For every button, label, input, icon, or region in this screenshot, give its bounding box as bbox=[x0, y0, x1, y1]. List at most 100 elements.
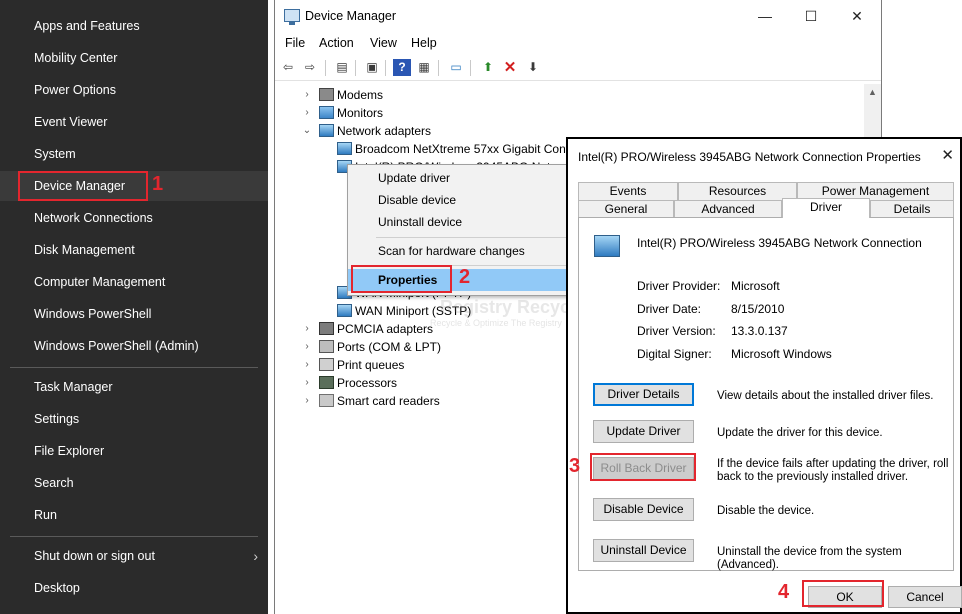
update-driver-button[interactable]: Update Driver bbox=[593, 420, 694, 443]
menu-item-power-options[interactable]: Power Options bbox=[0, 75, 268, 105]
menu-item-network-connections[interactable]: Network Connections bbox=[0, 203, 268, 233]
menu-item-windows-powershell-admin[interactable]: Windows PowerShell (Admin) bbox=[0, 331, 268, 361]
tab-events[interactable]: Events bbox=[578, 182, 678, 200]
roll-back-driver-description: If the device fails after updating the d… bbox=[717, 458, 949, 483]
update-driver-icon[interactable]: ⬆ bbox=[479, 59, 497, 76]
tab-general[interactable]: General bbox=[578, 200, 674, 218]
menu-item-event-viewer[interactable]: Event Viewer bbox=[0, 107, 268, 137]
menu-item-label: Search bbox=[34, 476, 74, 490]
menu-action[interactable]: Action bbox=[319, 36, 354, 50]
menu-separator bbox=[10, 367, 258, 368]
menu-item-settings[interactable]: Settings bbox=[0, 404, 268, 434]
uninstall-device-button[interactable]: Uninstall Device bbox=[593, 539, 694, 562]
toolbar-separator bbox=[385, 60, 386, 76]
console-tree-icon[interactable]: ▣ bbox=[363, 59, 381, 76]
tree-node-label: Processors bbox=[337, 376, 398, 390]
menu-bar: File Action View Help bbox=[275, 32, 881, 54]
menu-item-mobility-center[interactable]: Mobility Center bbox=[0, 43, 268, 73]
expand-chevron-icon[interactable]: › bbox=[301, 320, 313, 338]
menu-item-label: Mobility Center bbox=[34, 51, 118, 65]
field-label: Driver Provider: bbox=[637, 279, 721, 293]
monitor-icon bbox=[319, 106, 334, 119]
context-disable-device[interactable]: Disable device bbox=[348, 189, 568, 211]
expand-chevron-icon[interactable]: › bbox=[301, 374, 313, 392]
menu-item-windows-powershell[interactable]: Windows PowerShell bbox=[0, 299, 268, 329]
tab-resources[interactable]: Resources bbox=[678, 182, 797, 200]
network-adapter-icon bbox=[319, 124, 334, 137]
tree-node-label: PCMCIA adapters bbox=[337, 322, 434, 336]
maximize-button[interactable]: ☐ bbox=[791, 6, 831, 26]
context-separator bbox=[376, 237, 566, 238]
menu-item-shut-down[interactable]: Shut down or sign out › bbox=[0, 541, 268, 571]
driver-provider-value: Microsoft bbox=[731, 279, 780, 293]
network-adapter-icon bbox=[337, 142, 352, 155]
help-icon[interactable]: ? bbox=[393, 59, 411, 76]
tab-driver[interactable]: Driver bbox=[782, 198, 870, 218]
expand-chevron-icon[interactable]: › bbox=[301, 338, 313, 356]
modem-icon bbox=[319, 88, 334, 101]
network-adapter-icon bbox=[337, 304, 352, 317]
expand-chevron-icon[interactable]: › bbox=[301, 86, 313, 104]
disable-device-button[interactable]: Disable Device bbox=[593, 498, 694, 521]
driver-details-button[interactable]: Driver Details bbox=[593, 383, 694, 406]
device-manager-app-icon bbox=[284, 9, 300, 25]
context-uninstall-device[interactable]: Uninstall device bbox=[348, 211, 568, 233]
menu-item-label: Event Viewer bbox=[34, 115, 108, 129]
title-bar[interactable]: Device Manager — ☐ ✕ bbox=[275, 0, 881, 32]
expand-chevron-icon[interactable]: › bbox=[301, 104, 313, 122]
properties-grid-icon[interactable]: ▤ bbox=[333, 59, 351, 76]
expand-chevron-icon[interactable]: › bbox=[301, 392, 313, 410]
menu-item-run[interactable]: Run bbox=[0, 500, 268, 530]
menu-item-task-manager[interactable]: Task Manager bbox=[0, 372, 268, 402]
cancel-button[interactable]: Cancel bbox=[888, 586, 962, 608]
menu-item-label: Power Options bbox=[34, 83, 116, 97]
annotation-number-1: 1 bbox=[152, 173, 164, 195]
tab-advanced[interactable]: Advanced bbox=[674, 200, 782, 218]
menu-item-label: Task Manager bbox=[34, 380, 113, 394]
menu-item-label: System bbox=[34, 147, 76, 161]
toolbar-separator bbox=[470, 60, 471, 76]
menu-item-apps-features[interactable]: Apps and Features bbox=[0, 11, 268, 41]
context-scan-hardware[interactable]: Scan for hardware changes bbox=[348, 240, 568, 262]
collapse-chevron-icon[interactable]: ⌄ bbox=[301, 122, 313, 140]
back-arrow-icon[interactable]: ⇦ bbox=[279, 59, 297, 76]
update-driver-description: Update the driver for this device. bbox=[717, 427, 883, 439]
menu-item-label: Desktop bbox=[34, 581, 80, 595]
menu-item-system[interactable]: System bbox=[0, 139, 268, 169]
smart-card-icon bbox=[319, 394, 334, 407]
menu-item-label: Settings bbox=[34, 412, 80, 426]
download-arrow-icon[interactable]: ⬇ bbox=[524, 59, 542, 76]
winx-menu: Apps and Features Mobility Center Power … bbox=[0, 0, 268, 614]
menu-item-label: Shut down or sign out bbox=[34, 549, 155, 563]
annotation-number-3: 3 bbox=[569, 455, 581, 477]
scan-monitor-icon[interactable]: ▭ bbox=[447, 59, 465, 76]
menu-item-search[interactable]: Search bbox=[0, 468, 268, 498]
field-label: Digital Signer: bbox=[637, 347, 712, 361]
annotation-number-4: 4 bbox=[778, 581, 790, 603]
minimize-button[interactable]: — bbox=[745, 6, 785, 26]
printer-icon bbox=[319, 358, 334, 371]
annotation-box-4 bbox=[802, 580, 884, 607]
menu-item-desktop[interactable]: Desktop bbox=[0, 573, 268, 603]
context-update-driver[interactable]: Update driver bbox=[348, 167, 568, 189]
digital-signer-value: Microsoft Windows bbox=[731, 347, 832, 361]
driver-version-value: 13.3.0.137 bbox=[731, 324, 788, 338]
tab-details[interactable]: Details bbox=[870, 200, 954, 218]
tree-node-label: Ports (COM & LPT) bbox=[337, 340, 442, 354]
menu-file[interactable]: File bbox=[285, 36, 305, 50]
menu-item-label: Network Connections bbox=[34, 211, 153, 225]
scroll-up-icon[interactable]: ▲ bbox=[864, 84, 881, 101]
menu-item-label: Windows PowerShell bbox=[34, 307, 152, 321]
dialog-close-button[interactable]: ✕ bbox=[941, 146, 954, 164]
forward-arrow-icon[interactable]: ⇨ bbox=[301, 59, 319, 76]
uninstall-x-icon[interactable]: ✕ bbox=[501, 59, 519, 76]
close-button[interactable]: ✕ bbox=[837, 6, 877, 26]
menu-item-computer-management[interactable]: Computer Management bbox=[0, 267, 268, 297]
view-grid-icon[interactable]: ▦ bbox=[415, 59, 433, 76]
menu-item-disk-management[interactable]: Disk Management bbox=[0, 235, 268, 265]
expand-chevron-icon[interactable]: › bbox=[301, 356, 313, 374]
menu-view[interactable]: View bbox=[370, 36, 397, 50]
menu-item-file-explorer[interactable]: File Explorer bbox=[0, 436, 268, 466]
menu-help[interactable]: Help bbox=[411, 36, 437, 50]
annotation-box-3 bbox=[590, 453, 696, 481]
